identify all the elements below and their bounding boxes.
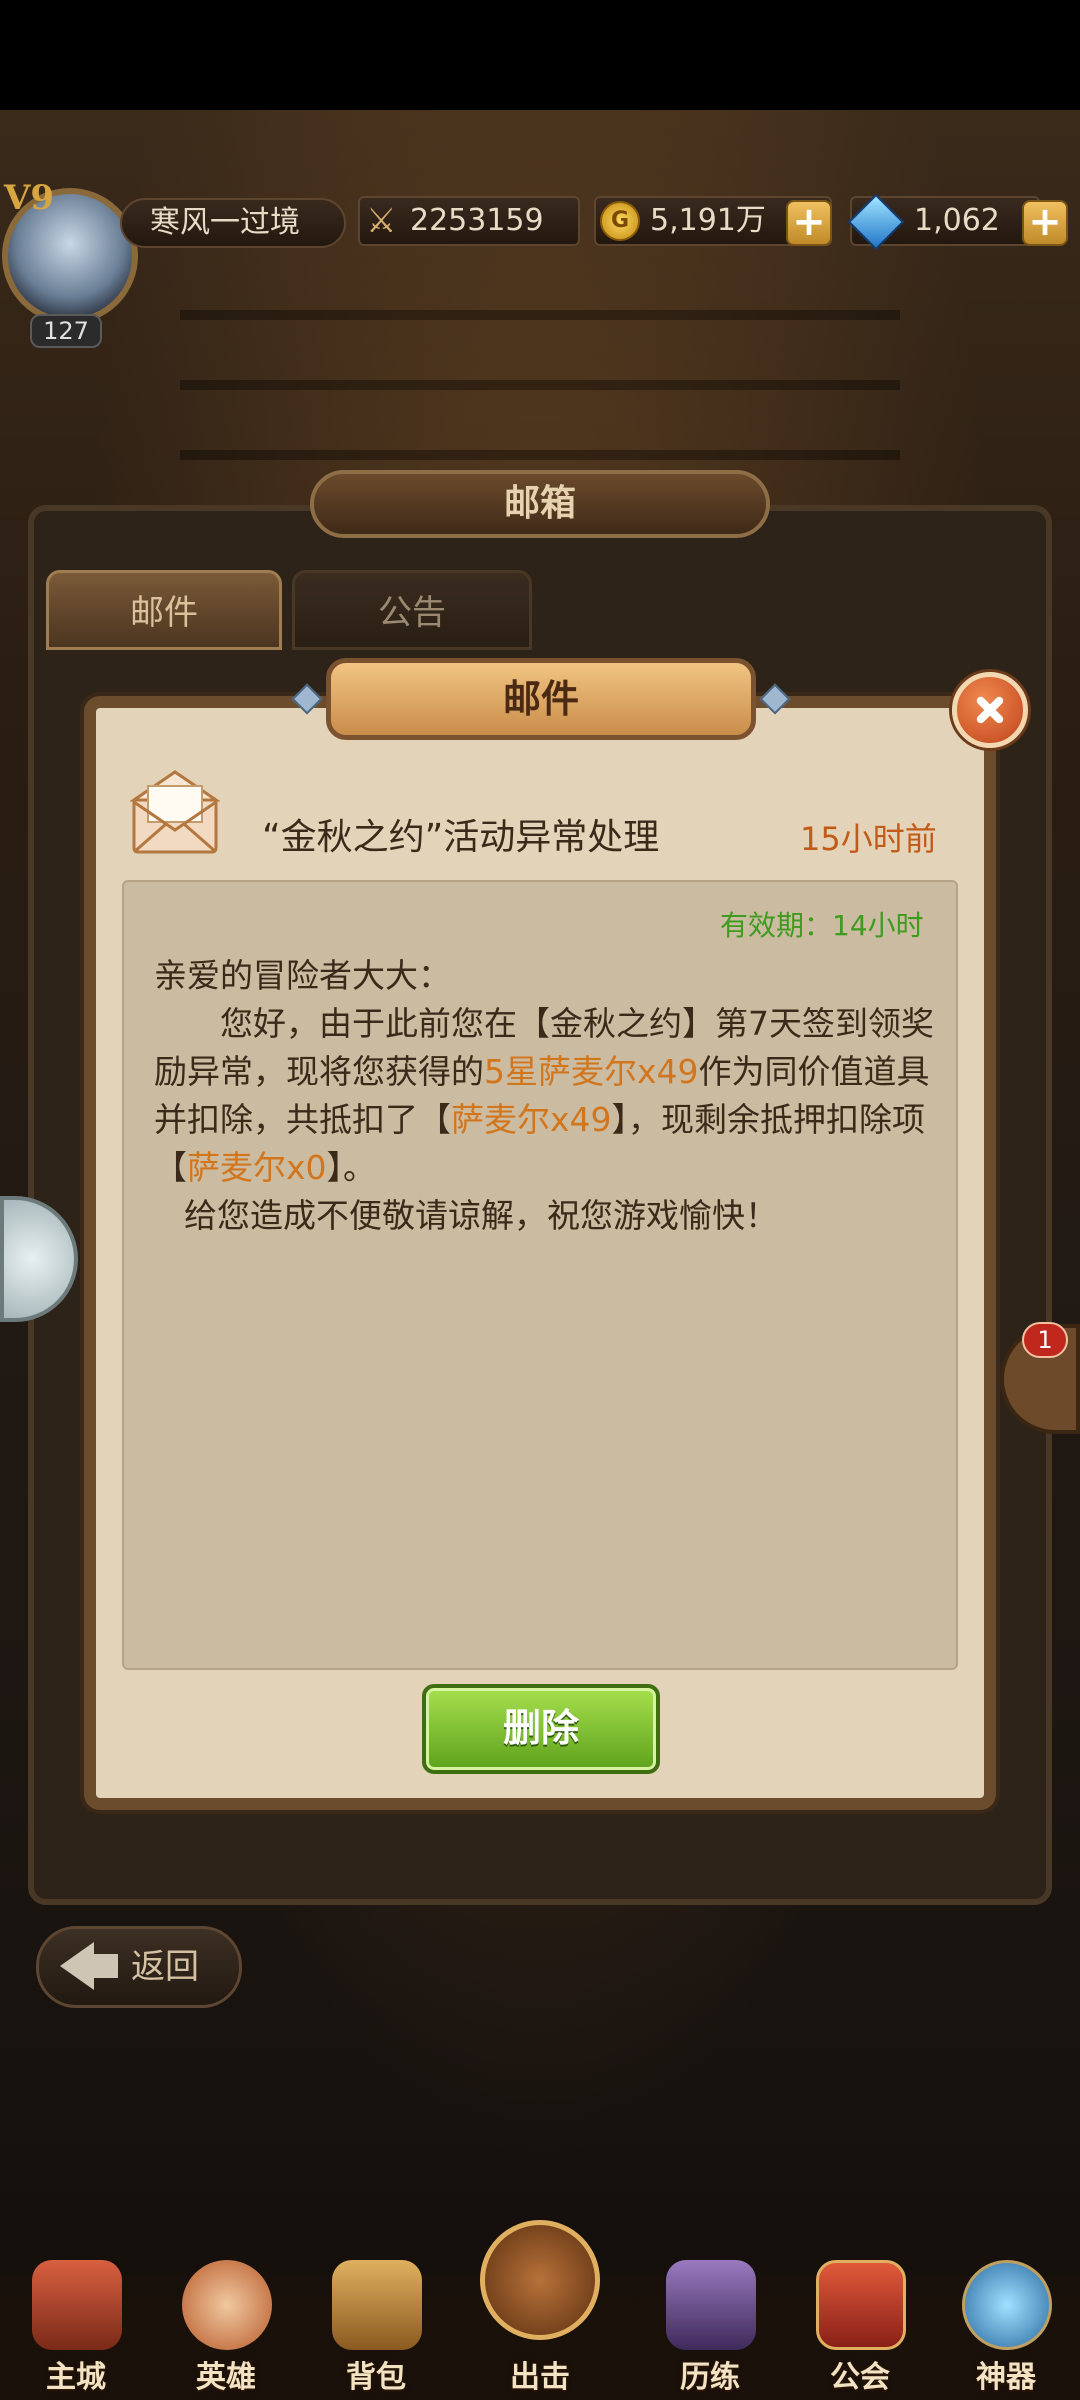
highlight-item: 5星萨麦尔x49 — [484, 1052, 699, 1091]
close-button[interactable] — [952, 672, 1028, 748]
power-value: 2253159 — [410, 203, 544, 238]
player-level-badge: 127 — [30, 314, 102, 348]
nav-label: 主城 — [46, 2360, 106, 2395]
nav-heroes[interactable]: 英雄 — [156, 2260, 296, 2400]
gold-value: 5,191万 — [650, 203, 766, 238]
nav-backpack[interactable]: 背包 — [306, 2260, 446, 2400]
nav-label: 英雄 — [196, 2360, 256, 2395]
swords-icon: ⚔ — [366, 201, 397, 241]
mail-greeting: 亲爱的冒险者大大： — [154, 956, 451, 995]
gem-pill: 1,062 — [847, 193, 1040, 251]
nav-label: 神器 — [976, 2360, 1036, 2395]
nav-training[interactable]: 历练 — [640, 2260, 780, 2400]
nav-artifact[interactable]: 神器 — [936, 2260, 1076, 2400]
highlight-item: 萨麦尔x0 — [187, 1148, 327, 1187]
mail-body: 亲爱的冒险者大大： 您好，由于此前您在【金秋之约】第7天签到领奖励异常，现将您获… — [154, 952, 944, 1240]
gem-icon — [847, 193, 905, 251]
nav-attack[interactable]: 出击 — [470, 2220, 610, 2400]
mail-paragraph-2: 给您造成不便敬请谅解，祝您游戏愉快！ — [184, 1196, 778, 1235]
nav-main-city[interactable]: 主城 — [6, 2260, 146, 2400]
nav-label: 历练 — [680, 2360, 740, 2395]
gold-coin-icon: G — [600, 201, 640, 241]
player-name: 寒风一过境 — [150, 205, 300, 240]
mailbox-title: 邮箱 — [310, 470, 770, 538]
crossed-swords-icon — [480, 2220, 600, 2340]
envelope-icon — [130, 770, 220, 854]
bookshelf-shadow — [180, 450, 900, 460]
guild-shield-icon — [816, 2260, 906, 2350]
power-pill: ⚔ 2253159 — [358, 196, 580, 246]
validity-label: 有效期：14小时 — [720, 909, 924, 942]
mail-subject: “金秋之约”活动异常处理 — [262, 817, 660, 858]
back-arrow-icon — [90, 1954, 118, 1978]
player-name-pill: 寒风一过境 — [120, 198, 346, 248]
artifact-icon — [962, 2260, 1052, 2350]
bookshelf-shadow — [180, 380, 900, 390]
highlight-item: 萨麦尔x49 — [451, 1100, 612, 1139]
hero-icon — [182, 2260, 272, 2350]
gem-value: 1,062 — [914, 203, 1000, 238]
tower-icon — [666, 2260, 756, 2350]
add-gems-button[interactable]: + — [1022, 200, 1068, 246]
nav-guild[interactable]: 公会 — [790, 2260, 930, 2400]
mail-paragraph-1: 您好，由于此前您在【金秋之约】第7天签到领奖励异常，现将您获得的5星萨麦尔x49… — [154, 1000, 944, 1192]
back-arrow-icon — [60, 1942, 94, 1990]
tab-mail[interactable]: 邮件 — [46, 570, 282, 650]
castle-icon — [32, 2260, 122, 2350]
bookshelf-shadow — [180, 310, 900, 320]
add-gold-button[interactable]: + — [786, 200, 832, 246]
backpack-icon — [332, 2260, 422, 2350]
delete-button[interactable]: 删除 — [422, 1684, 660, 1774]
mail-time: 15小时前 — [800, 820, 937, 858]
nav-label: 出击 — [510, 2360, 570, 2395]
nav-label: 背包 — [346, 2360, 406, 2395]
vip-level: V9 — [4, 178, 55, 218]
tab-notice[interactable]: 公告 — [292, 570, 532, 650]
dialog-title: 邮件 — [326, 658, 756, 740]
notification-badge: 1 — [1022, 1322, 1068, 1358]
body-text-segment: 】。 — [326, 1148, 377, 1187]
nav-label: 公会 — [830, 2360, 890, 2395]
